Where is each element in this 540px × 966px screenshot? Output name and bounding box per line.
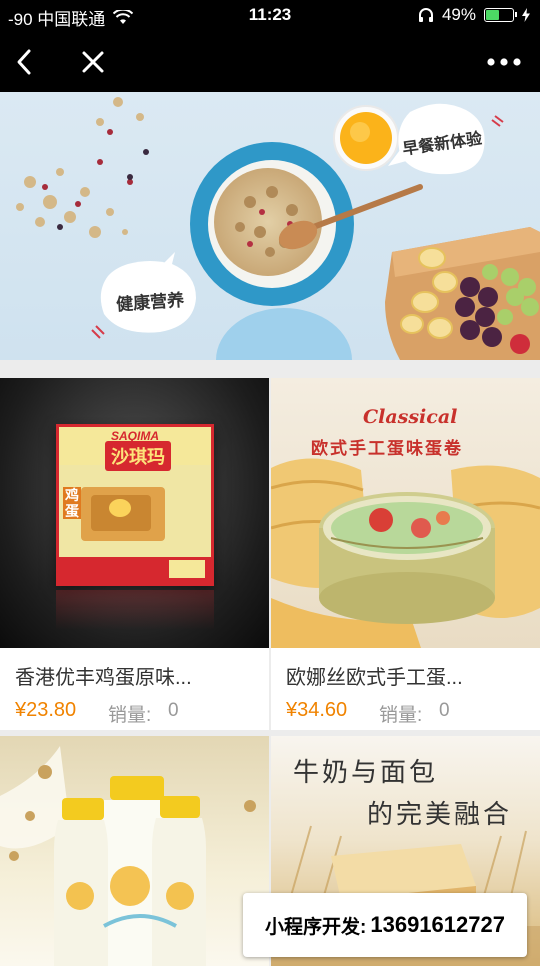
battery-fill <box>486 10 499 20</box>
image-heading: Classical <box>363 406 458 428</box>
image-subheading: 的完美融合 <box>367 799 513 829</box>
product-image: Classical 欧式手工蛋味蛋卷 <box>271 378 540 648</box>
product-card[interactable] <box>0 736 269 966</box>
back-chevron-icon <box>17 49 31 75</box>
headphones-icon <box>418 8 433 22</box>
image-subheading: 欧式手工蛋味蛋卷 <box>311 439 463 458</box>
banner-carousel[interactable]: 早餐新体验 健康营养 <box>0 92 540 360</box>
more-button[interactable] <box>482 40 526 84</box>
developer-contact-badge[interactable]: 小程序开发: 13691612727 <box>243 893 527 957</box>
sales-count: 0 <box>439 700 450 721</box>
product-name: 欧娜丝欧式手工蛋... <box>286 667 463 689</box>
back-button[interactable] <box>2 40 46 84</box>
sales-label: 销量: <box>108 705 152 726</box>
sales-label: 销量: <box>379 705 423 726</box>
product-card[interactable]: SAQIMA 沙琪玛 鸡蛋 香港优丰鸡蛋原味... ¥23.80 销量: 0 <box>0 378 269 730</box>
promo-label: 小程序开发: <box>265 916 367 938</box>
status-bar: -90 中国联通 11:23 49% <box>0 0 540 30</box>
product-art <box>0 746 256 966</box>
product-image <box>0 736 269 966</box>
charging-icon <box>522 8 530 22</box>
sales-count: 0 <box>168 700 179 721</box>
image-heading: 牛奶与面包 <box>293 757 439 787</box>
nav-bar <box>0 30 540 92</box>
more-dots-icon <box>487 58 521 66</box>
package-badge: 鸡蛋 <box>63 487 81 519</box>
package-title: 沙琪玛 <box>105 441 171 471</box>
close-button[interactable] <box>71 40 115 84</box>
product-price: ¥34.60 <box>286 699 348 721</box>
product-price: ¥23.80 <box>15 699 77 721</box>
product-image: SAQIMA 沙琪玛 鸡蛋 <box>0 378 269 648</box>
product-card[interactable]: Classical 欧式手工蛋味蛋卷 欧娜丝欧式手工蛋... ¥34.60 销量… <box>271 378 540 730</box>
battery-percent: 49% <box>441 5 476 24</box>
promo-phone: 13691612727 <box>370 912 505 937</box>
product-name: 香港优丰鸡蛋原味... <box>15 667 192 689</box>
product-package: SAQIMA 沙琪玛 鸡蛋 <box>56 424 214 586</box>
close-icon <box>82 51 104 73</box>
battery-icon <box>484 8 517 22</box>
